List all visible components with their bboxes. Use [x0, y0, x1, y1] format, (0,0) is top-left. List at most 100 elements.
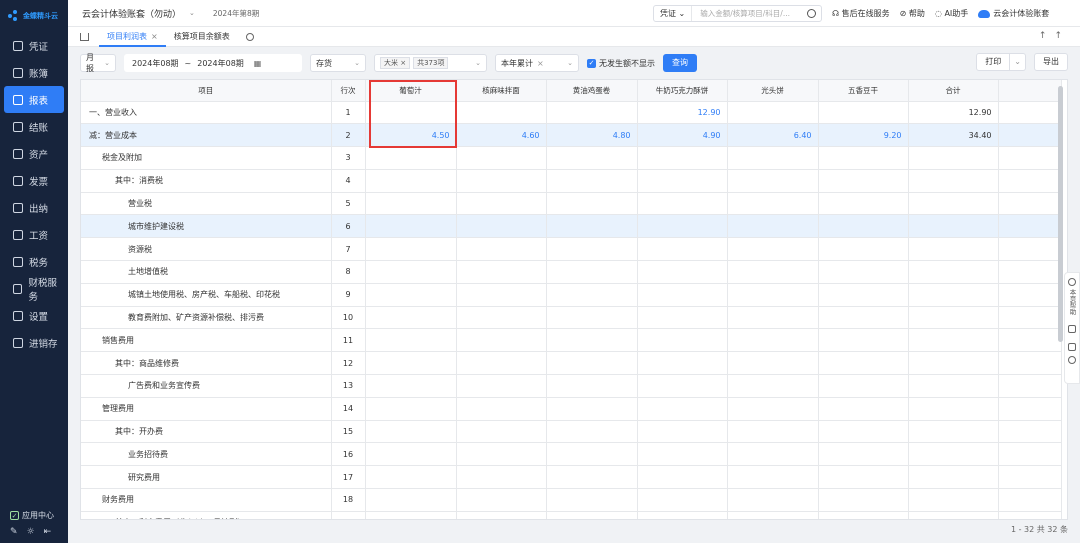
hide-zero-checkbox[interactable]: ✓ 无发生额不显示 [587, 58, 655, 69]
close-icon[interactable]: × [151, 32, 158, 41]
sidebar-item-1[interactable]: 账簿 [4, 59, 64, 86]
value-cell[interactable] [727, 420, 819, 444]
table-row[interactable]: 城镇土地使用税、房产税、车船税、印花税 9 [81, 283, 1062, 307]
value-cell[interactable] [365, 442, 457, 467]
column-header[interactable]: 葡萄汁 [365, 80, 457, 102]
value-cell[interactable] [637, 465, 728, 490]
value-cell[interactable] [818, 488, 909, 512]
print-dropdown[interactable]: ⌄ [1010, 53, 1026, 71]
value-cell[interactable] [546, 328, 638, 353]
search-type-select[interactable]: 凭证 ⌄ [654, 6, 693, 21]
column-header[interactable]: 五香豆干 [818, 80, 909, 102]
value-cell[interactable] [637, 192, 728, 216]
sidebar-item-4[interactable]: 资产 [4, 140, 64, 167]
value-cell[interactable] [818, 169, 909, 193]
value-cell[interactable] [818, 397, 909, 421]
value-cell[interactable] [456, 260, 547, 284]
table-row[interactable]: 教育费附加、矿产资源补偿税、排污费 10 [81, 306, 1062, 330]
value-cell[interactable] [637, 511, 728, 519]
table-row[interactable]: 业务招待费 16 [81, 442, 1062, 467]
message-icon[interactable] [1068, 325, 1076, 333]
value-cell[interactable] [546, 146, 638, 170]
value-cell[interactable] [637, 397, 728, 421]
value-cell[interactable] [456, 374, 547, 398]
column-header[interactable]: 黄油鸡蛋卷 [546, 80, 638, 102]
search-icon[interactable] [807, 9, 816, 18]
table-row[interactable]: 其中：利息费用（收入以"-"号填列）19 [81, 511, 1062, 519]
value-cell[interactable] [637, 442, 728, 467]
value-cell[interactable] [818, 101, 909, 125]
accumulate-select[interactable]: 本年累计 × ⌄ [495, 54, 579, 72]
value-cell[interactable] [365, 260, 457, 284]
table-row[interactable]: 城市维护建设税 6 [81, 214, 1062, 239]
value-cell[interactable] [456, 169, 547, 193]
value-cell[interactable] [727, 260, 819, 284]
ai-assistant-link[interactable]: ◌ AI助手 [935, 8, 968, 19]
value-cell[interactable] [727, 397, 819, 421]
sidebar-item-9[interactable]: 财税服务 [4, 275, 64, 303]
value-cell[interactable] [818, 192, 909, 216]
vertical-scrollbar[interactable] [1058, 86, 1063, 342]
value-cell[interactable] [818, 420, 909, 444]
value-cell[interactable] [365, 488, 457, 512]
value-cell[interactable] [818, 260, 909, 284]
service-link[interactable]: ☊ 售后在线服务 [832, 8, 890, 19]
arrow-circle-icon[interactable] [1068, 356, 1076, 364]
value-cell[interactable] [727, 442, 819, 467]
column-header[interactable]: 光头饼 [727, 80, 819, 102]
table-row[interactable]: 其中：开办费 15 [81, 420, 1062, 444]
value-cell[interactable] [727, 169, 819, 193]
value-cell[interactable] [365, 351, 457, 376]
value-cell[interactable] [546, 442, 638, 467]
value-cell[interactable] [365, 397, 457, 421]
value-cell[interactable]: 12.90 [637, 101, 728, 125]
table-row[interactable]: 广告费和业务宣传费 13 [81, 374, 1062, 398]
value-cell[interactable] [365, 192, 457, 216]
value-cell[interactable] [456, 465, 547, 490]
column-header[interactable]: 合计 [908, 80, 999, 102]
value-cell[interactable] [456, 101, 547, 125]
edit-icon[interactable]: ✎ [10, 527, 18, 537]
table-row[interactable]: 其中：消费税 4 [81, 169, 1062, 193]
sidebar-item-2[interactable]: 报表 [4, 86, 64, 113]
value-cell[interactable] [546, 169, 638, 193]
value-cell[interactable] [546, 351, 638, 376]
value-cell[interactable] [727, 351, 819, 376]
table-row[interactable]: 减：营业成本 2 4.50 4.60 4.80 4.90 6.40 9.20 34.40 [81, 123, 1062, 148]
value-cell[interactable] [365, 214, 457, 239]
user-menu[interactable]: 云会计体验账套 [978, 8, 1049, 19]
sidebar-item-8[interactable]: 税务 [4, 248, 64, 275]
column-header[interactable]: 牛奶巧克力酥饼 [637, 80, 728, 102]
value-cell[interactable]: 4.80 [546, 123, 638, 148]
value-cell[interactable]: 9.20 [818, 123, 909, 148]
value-cell[interactable] [727, 146, 819, 170]
value-cell[interactable] [818, 214, 909, 239]
value-cell[interactable] [637, 283, 728, 307]
tab-project-profit[interactable]: 项目利润表 × [99, 27, 166, 47]
value-cell[interactable] [456, 442, 547, 467]
value-cell[interactable] [637, 260, 728, 284]
page-help-link[interactable]: 本页帮助 [1067, 289, 1077, 315]
table-row[interactable]: 一、营业收入 1 12.90 12.90 [81, 101, 1062, 125]
value-cell[interactable] [365, 237, 457, 262]
category-select[interactable]: 存货 ⌄ [310, 54, 366, 72]
calendar-icon[interactable]: ▦ [254, 59, 262, 68]
table-row[interactable]: 研究费用 17 [81, 465, 1062, 490]
brand-logo[interactable]: 金蝶精斗云 [0, 0, 68, 32]
value-cell[interactable] [637, 420, 728, 444]
value-cell[interactable] [456, 237, 547, 262]
value-cell[interactable] [637, 214, 728, 239]
value-cell[interactable] [365, 328, 457, 353]
table-row[interactable]: 销售费用 11 [81, 328, 1062, 353]
tab-balance[interactable]: 核算项目余额表 [166, 27, 238, 47]
help-icon[interactable] [1068, 278, 1076, 286]
sidebar-item-5[interactable]: 发票 [4, 167, 64, 194]
value-cell[interactable] [365, 511, 457, 519]
value-cell[interactable] [637, 351, 728, 376]
print-button[interactable]: 打印 [976, 53, 1011, 71]
value-cell[interactable]: 4.50 [365, 123, 457, 148]
sidebar-item-10[interactable]: 设置 [4, 302, 64, 329]
value-cell[interactable] [456, 214, 547, 239]
column-header[interactable]: 核麻味拌面 [456, 80, 547, 102]
value-cell[interactable] [727, 465, 819, 490]
